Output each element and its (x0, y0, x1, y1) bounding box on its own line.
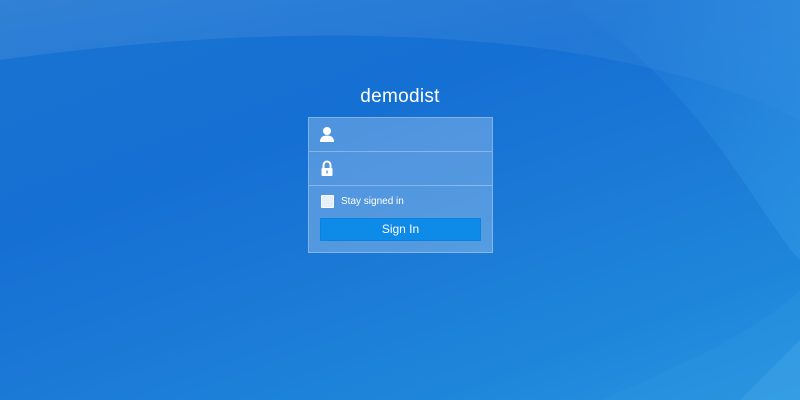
username-row (309, 118, 492, 152)
password-row (309, 152, 492, 186)
stay-signed-in-row[interactable]: Stay signed in (321, 194, 404, 208)
password-input[interactable] (341, 156, 485, 181)
sign-in-button[interactable]: Sign In (320, 218, 481, 241)
username-input[interactable] (341, 122, 485, 147)
user-icon (320, 127, 334, 142)
stay-signed-in-label: Stay signed in (341, 195, 404, 207)
stay-signed-in-checkbox[interactable] (321, 194, 334, 208)
lock-icon (321, 160, 333, 176)
login-panel: Stay signed in Sign In (308, 117, 493, 253)
server-name-title: demodist (360, 86, 440, 107)
